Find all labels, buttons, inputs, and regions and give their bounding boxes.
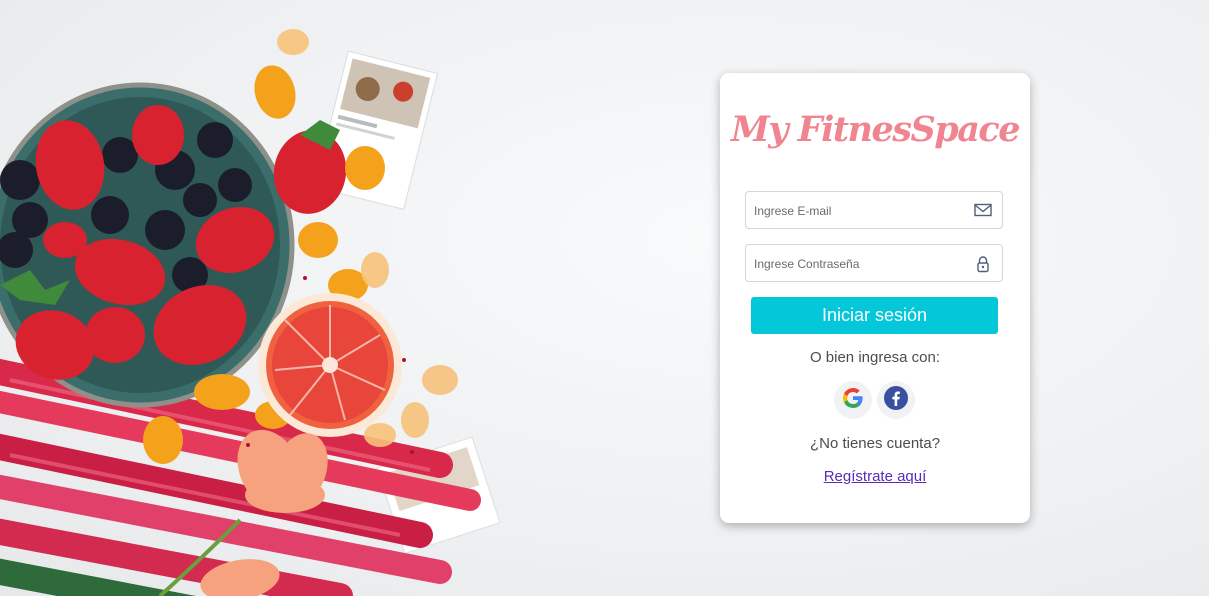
google-login-button[interactable] [834,381,872,419]
lock-icon [974,255,992,273]
alternative-login-text: O bien ingresa con: [809,349,941,366]
google-icon [841,386,865,415]
envelope-icon [974,202,992,218]
fruit-hero-image [0,29,501,596]
email-input[interactable] [752,192,971,230]
login-card: My FitnesSpace Iniciar sesión O bien ing… [720,73,1030,523]
brand-logo: My FitnesSpace [730,109,1021,150]
email-field[interactable] [745,191,1003,230]
login-button[interactable]: Iniciar sesión [751,297,998,334]
register-link[interactable]: Regístrate aquí [824,468,927,485]
no-account-text: ¿No tienes cuenta? [809,435,941,452]
register-container: Regístrate aquí [720,468,1030,485]
facebook-login-button[interactable] [877,381,915,419]
login-page: My FitnesSpace Iniciar sesión O bien ing… [0,0,1209,596]
facebook-icon [883,385,909,416]
password-field[interactable] [745,244,1003,283]
password-input[interactable] [752,245,971,283]
